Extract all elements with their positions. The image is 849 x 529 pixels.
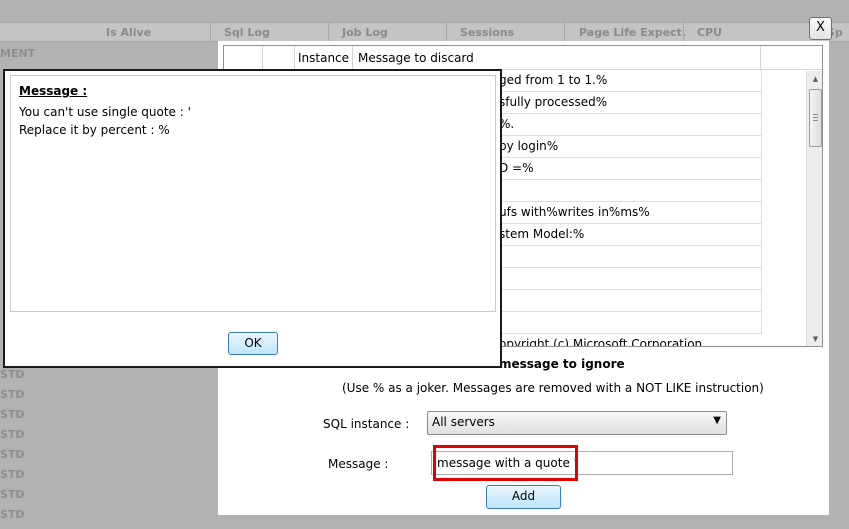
bg-row: STD [0, 428, 25, 441]
grip-line [813, 114, 818, 115]
bg-row: MENT [0, 47, 36, 60]
grid-header-separator [262, 46, 263, 70]
sql-instance-value: All servers [432, 415, 495, 429]
scroll-up-icon[interactable]: ▲ [807, 71, 822, 87]
bg-col-cpu: CPU [697, 26, 723, 39]
grid-header-instance[interactable]: Instance [298, 51, 349, 65]
add-button[interactable]: Add [486, 485, 561, 509]
row-border [761, 114, 762, 136]
message-cell: stem Model:% [499, 227, 585, 241]
sql-instance-select[interactable]: All servers ▼ [427, 411, 727, 435]
row-border [761, 312, 762, 334]
row-border [761, 70, 762, 92]
row-border [761, 92, 762, 114]
popup-message-line: Replace it by percent : % [19, 123, 170, 137]
grid-header-separator [352, 46, 353, 70]
grid-vertical-scrollbar[interactable]: ▲ ▼ [806, 71, 822, 346]
message-cell: by login% [499, 139, 559, 153]
bg-col-sql-log: Sql Log [224, 26, 270, 39]
bg-col-separator [446, 22, 447, 42]
bg-row: STD [0, 368, 25, 381]
scroll-down-icon[interactable]: ▼ [807, 331, 822, 346]
grid-header-separator [760, 46, 761, 70]
bg-row: STD [0, 408, 25, 421]
row-border [761, 290, 762, 312]
bg-row: STD [0, 508, 25, 521]
joker-hint: (Use % as a joker. Messages are removed … [342, 381, 764, 395]
bg-col-is-alive: Is Alive [106, 26, 152, 39]
message-cell: D =% [499, 161, 534, 175]
row-border [761, 224, 762, 246]
row-border [761, 136, 762, 158]
ok-button[interactable]: OK [228, 332, 278, 355]
popup-title: Message : [19, 84, 88, 98]
popup-content: Message : You can't use single quote : '… [10, 75, 496, 312]
message-popup: Message : You can't use single quote : '… [3, 69, 502, 368]
grid-header-separator [294, 46, 295, 70]
chevron-down-icon: ▼ [713, 415, 721, 426]
row-border [761, 268, 762, 290]
scrollbar-thumb[interactable] [809, 89, 822, 147]
row-border [761, 202, 762, 224]
bg-col-separator [564, 22, 565, 42]
row-border [761, 158, 762, 180]
message-label: Message : [328, 457, 389, 471]
sql-instance-label: SQL instance : [323, 417, 410, 431]
grid-header: Instance Message to discard [224, 46, 822, 70]
section-title: message to ignore [499, 357, 625, 371]
highlight-annotation [433, 445, 578, 481]
message-cell: opyright (c) Microsoft Corporation [499, 337, 703, 347]
grid-header-message[interactable]: Message to discard [358, 51, 474, 65]
message-cell: sfully processed% [499, 95, 608, 109]
row-border [761, 246, 762, 268]
bg-row: STD [0, 468, 25, 481]
popup-message-line: You can't use single quote : ' [19, 105, 191, 119]
bg-row: STD [0, 388, 25, 401]
bg-col-job-log: Job Log [342, 26, 388, 39]
message-cell: ged from 1 to 1.% [499, 73, 608, 87]
grip-line [813, 117, 818, 118]
row-border [761, 180, 762, 202]
bg-row: STD [0, 448, 25, 461]
bg-col-sessions: Sessions [460, 26, 515, 39]
message-cell: ufs with%writes in%ms% [499, 205, 650, 219]
bg-col-page-life: Page Life Expect. [579, 26, 687, 39]
close-button[interactable]: X [809, 17, 832, 40]
bg-col-separator [210, 22, 211, 42]
bg-row: STD [0, 488, 25, 501]
bg-col-separator [328, 22, 329, 42]
grip-line [813, 120, 818, 121]
bg-col-separator [683, 22, 684, 42]
